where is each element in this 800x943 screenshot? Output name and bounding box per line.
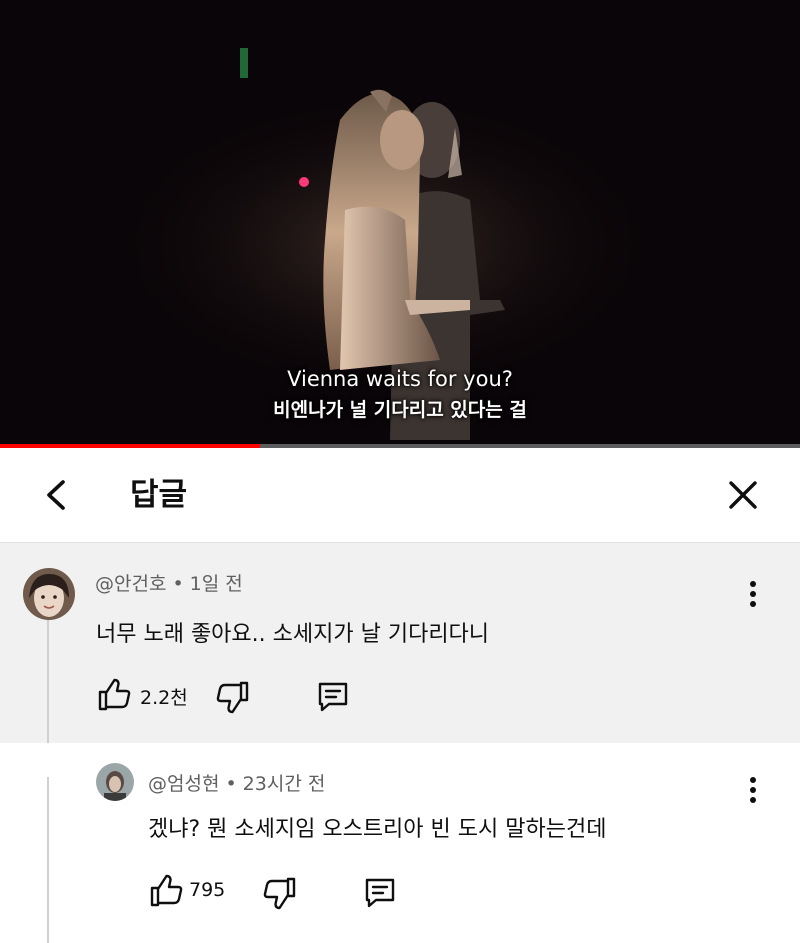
like-count: 2.2천 — [140, 687, 188, 709]
comment-author[interactable]: @안건호 — [95, 573, 166, 595]
comment-text: 너무 노래 좋아요.. 소세지가 날 기다리다니 — [96, 622, 490, 647]
subtitle-english: Vienna waits for you? — [287, 367, 513, 391]
dislike-button[interactable] — [262, 875, 298, 911]
more-vertical-icon — [750, 581, 756, 607]
comment-meta: @엄성현 • 23시간 전 — [148, 769, 325, 796]
reply-button[interactable] — [362, 875, 398, 911]
close-button[interactable] — [720, 472, 766, 518]
more-options-button[interactable] — [738, 771, 768, 811]
comment-text: 겠냐? 뭔 소세지임 오스트리아 빈 도시 말하는건데 — [148, 817, 607, 842]
more-vertical-icon — [750, 777, 756, 803]
like-button[interactable] — [96, 677, 132, 713]
replies-header: 답글 — [0, 448, 800, 542]
avatar[interactable] — [23, 568, 75, 620]
reply: @엄성현 • 23시간 전 겠냐? 뭔 소세지임 오스트리아 빈 도시 말하는건데 … — [0, 743, 800, 943]
reply-button[interactable] — [315, 679, 351, 715]
more-options-button[interactable] — [738, 575, 768, 615]
meta-separator: • — [172, 573, 184, 595]
thumbs-up-icon — [98, 678, 131, 711]
like-button[interactable] — [148, 873, 184, 909]
close-icon — [729, 481, 757, 509]
comment: @안건호 • 1일 전 너무 노래 좋아요.. 소세지가 날 기다리다니 2.2천 — [0, 543, 800, 743]
thread-connector — [47, 777, 49, 943]
comment-meta: @안건호 • 1일 전 — [95, 569, 243, 596]
comment-author[interactable]: @엄성현 — [148, 773, 219, 795]
reply-icon — [365, 878, 395, 908]
thumbs-up-icon — [150, 874, 183, 907]
like-count: 795 — [189, 879, 226, 901]
page-title: 답글 — [130, 477, 188, 513]
meta-separator: • — [225, 773, 237, 795]
thumbs-down-icon — [263, 877, 296, 910]
back-button[interactable] — [34, 472, 80, 518]
subtitles: Vienna waits for you? 비엔나가 널 기다리고 있다는 걸 — [0, 364, 800, 426]
thumbs-down-icon — [216, 681, 249, 714]
avatar[interactable] — [96, 763, 134, 801]
subtitle-korean: 비엔나가 널 기다리고 있다는 걸 — [273, 399, 527, 421]
chevron-left-icon — [47, 480, 65, 510]
comment-time: 23시간 전 — [242, 773, 326, 795]
video-player[interactable]: Vienna waits for you? 비엔나가 널 기다리고 있다는 걸 — [0, 0, 800, 444]
dislike-button[interactable] — [215, 679, 251, 715]
reply-icon — [318, 682, 348, 712]
comment-time: 1일 전 — [189, 573, 243, 595]
